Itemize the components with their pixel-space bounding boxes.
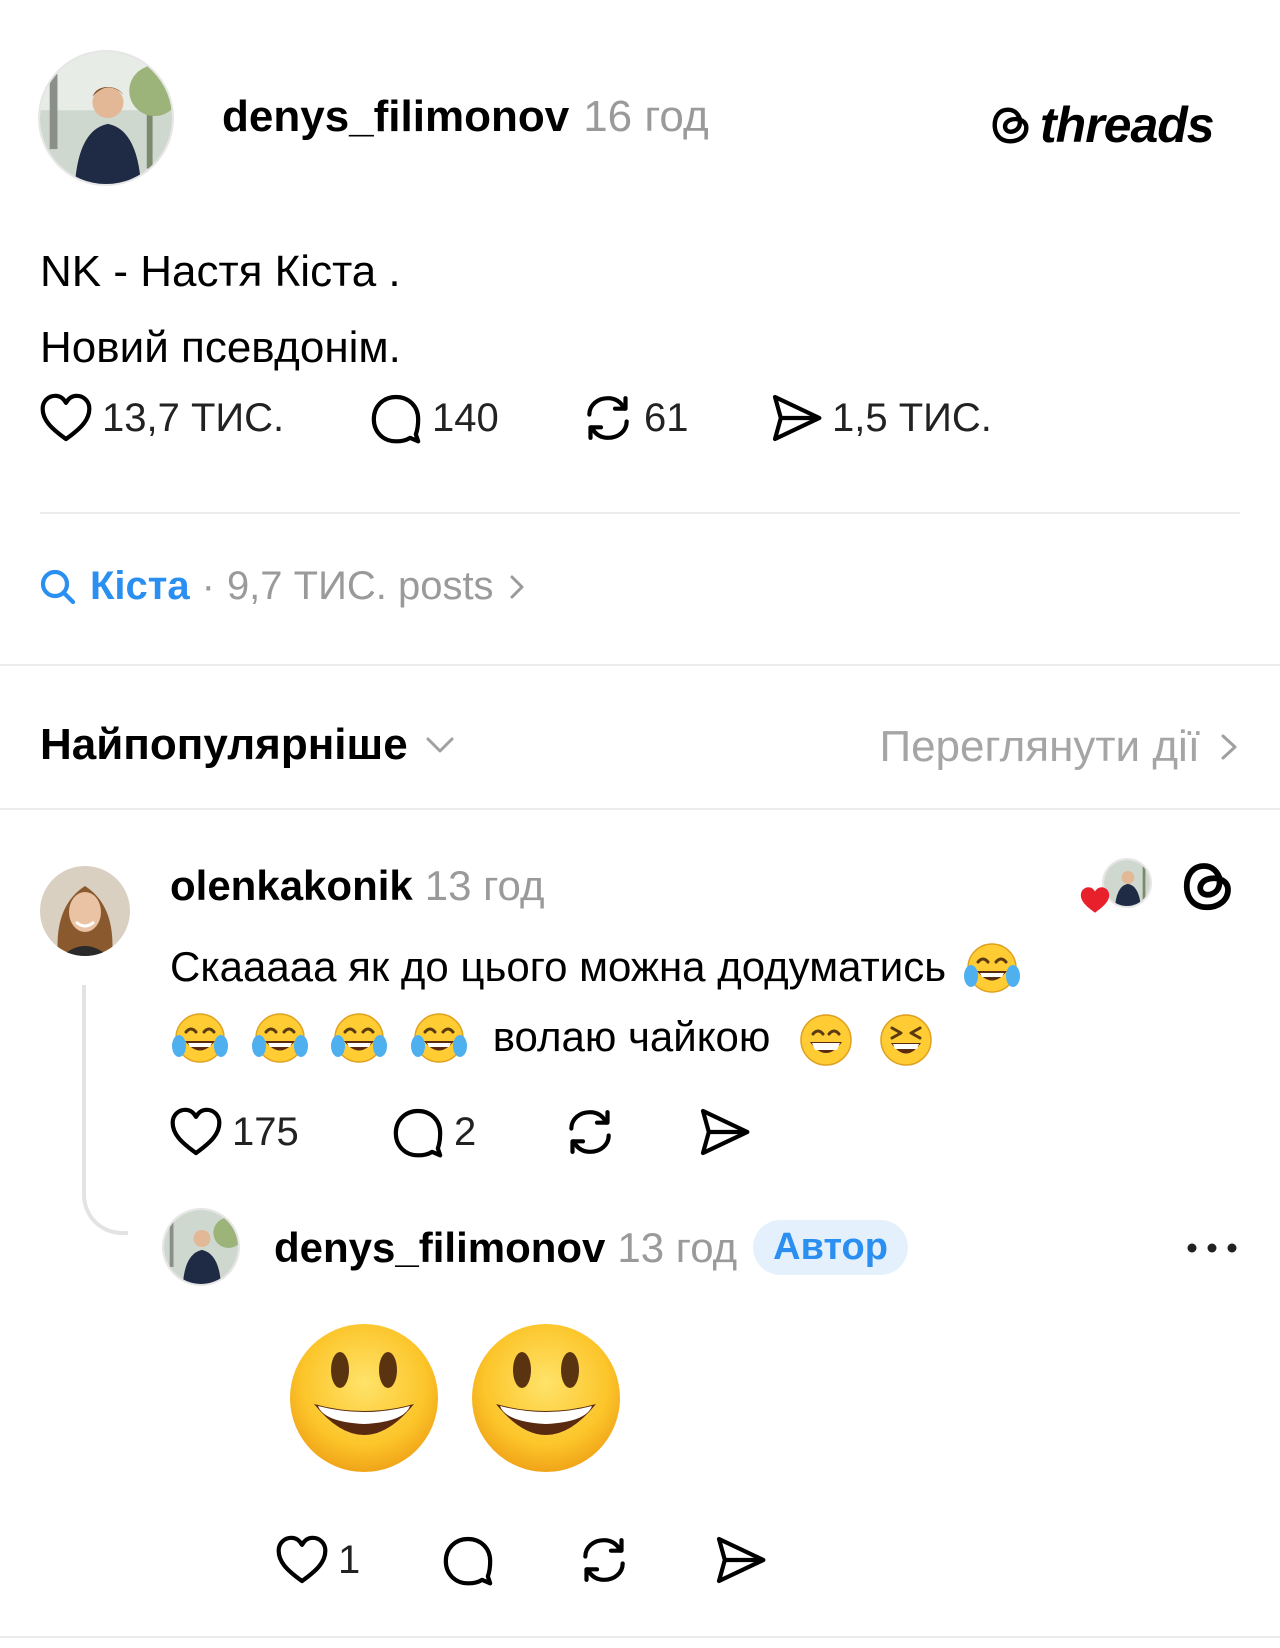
comment-count: 2 [454,1109,477,1154]
threads-wordmark: threads [1040,97,1215,153]
chevron-right-icon [510,575,524,598]
repost-button[interactable] [562,1104,696,1160]
chevron-down-icon [426,737,454,753]
reply-text-part2: волаю чайкою [492,1013,771,1060]
share-count: 1,5 ТИС. [832,395,992,440]
heart-icon [274,1532,330,1588]
reply-text-part1: Скааааа як до цього можна додуматись [170,943,947,990]
avatar-photo-icon [164,1210,238,1284]
reply-header: olenkakonik 13 год [170,862,545,910]
search-icon [40,569,76,604]
threads-logo-icon [988,102,1034,148]
share-button[interactable] [712,1532,768,1588]
sort-dropdown[interactable]: Найпопулярніше [40,720,458,770]
section-divider [0,808,1280,810]
repost-icon [562,1104,618,1160]
share-icon [712,1532,768,1588]
reply-author-name[interactable]: denys_filimonov [274,1224,605,1272]
tears-of-joy-emoji [409,1010,469,1070]
tears-of-joy-emoji [170,1010,230,1070]
reply-actions: 1 [274,1532,768,1588]
like-count: 13,7 ТИС. [102,395,285,440]
bottom-divider [0,1636,1280,1638]
post-text-line1: NK - Настя Кіста . [40,247,401,296]
reply-body: Скааааа як до цього можна додуматись вол… [170,932,1200,1072]
like-button[interactable]: 13,7 ТИС. [38,390,368,446]
thread-connector-line [82,985,128,1235]
repost-button[interactable] [576,1532,712,1588]
laughing-emoji [876,1010,936,1070]
post-author-name[interactable]: denys_filimonov [222,92,569,141]
post-body: NK - Настя Кіста . Новий псевдонім. [40,234,401,386]
heart-filled-icon [1080,887,1110,913]
tears-of-joy-emoji [329,1010,389,1070]
share-button[interactable] [696,1104,752,1160]
sort-label: Найпопулярніше [40,720,408,769]
heart-icon [38,390,94,446]
reply-header: denys_filimonov 13 год Автор [274,1220,908,1275]
comment-count: 140 [432,395,499,440]
avatar-photo-icon [40,52,172,184]
share-button[interactable]: 1,5 ТИС. [768,390,992,446]
topic-link[interactable]: Кіста · 9,7 ТИС. posts [38,564,528,609]
repost-count: 61 [644,395,689,440]
divider [40,512,1240,514]
avatar-photo-icon [40,866,130,956]
comment-icon [440,1532,496,1588]
post-actions: 13,7 ТИС. 140 61 1,5 ТИС. [38,390,992,446]
comment-button[interactable] [440,1532,576,1588]
view-activity-link[interactable]: Переглянути дії [879,722,1240,772]
topic-separator: · [201,564,215,608]
post-time: 16 год [583,92,709,141]
reply-time: 13 год [617,1223,738,1271]
post-header: denys_filimonov 16 год [222,92,709,142]
author-badge: Автор [753,1220,908,1275]
repost-icon [580,390,636,446]
reply-actions: 175 2 [168,1104,752,1160]
share-icon [768,390,824,446]
smiley-emoji [284,1318,444,1478]
comment-icon [390,1104,446,1160]
section-divider [0,664,1280,666]
like-button[interactable]: 1 [274,1532,440,1588]
tears-of-joy-emoji [962,940,1022,1000]
liked-by-author [1078,856,1154,916]
like-count: 1 [338,1537,361,1582]
comment-button[interactable]: 140 [368,390,580,446]
heart-icon [168,1104,224,1160]
topic-name: Кіста [90,564,190,608]
grinning-emoji [796,1010,856,1070]
reply-author-avatar[interactable] [40,866,130,956]
more-icon[interactable] [1184,1238,1240,1258]
view-activity-label: Переглянути дії [879,722,1200,771]
like-count: 175 [232,1109,299,1154]
reply-time: 13 год [424,862,545,909]
topic-post-count: 9,7 ТИС. posts [226,564,494,608]
threads-icon[interactable] [1178,856,1238,916]
reply-author-avatar[interactable] [162,1208,240,1286]
tears-of-joy-emoji [250,1010,310,1070]
repost-icon [576,1532,632,1588]
comment-button[interactable]: 2 [390,1104,562,1160]
smiley-emoji [466,1318,626,1478]
chevron-right-icon [1221,734,1237,760]
post-author-avatar[interactable] [38,50,174,186]
like-button[interactable]: 175 [168,1104,390,1160]
threads-logo[interactable]: threads [988,96,1215,154]
reply-author-name[interactable]: olenkakonik [170,862,413,910]
repost-button[interactable]: 61 [580,390,768,446]
post-text-line2: Новий псевдонім. [40,323,401,372]
comment-icon [368,390,424,446]
share-icon [696,1104,752,1160]
